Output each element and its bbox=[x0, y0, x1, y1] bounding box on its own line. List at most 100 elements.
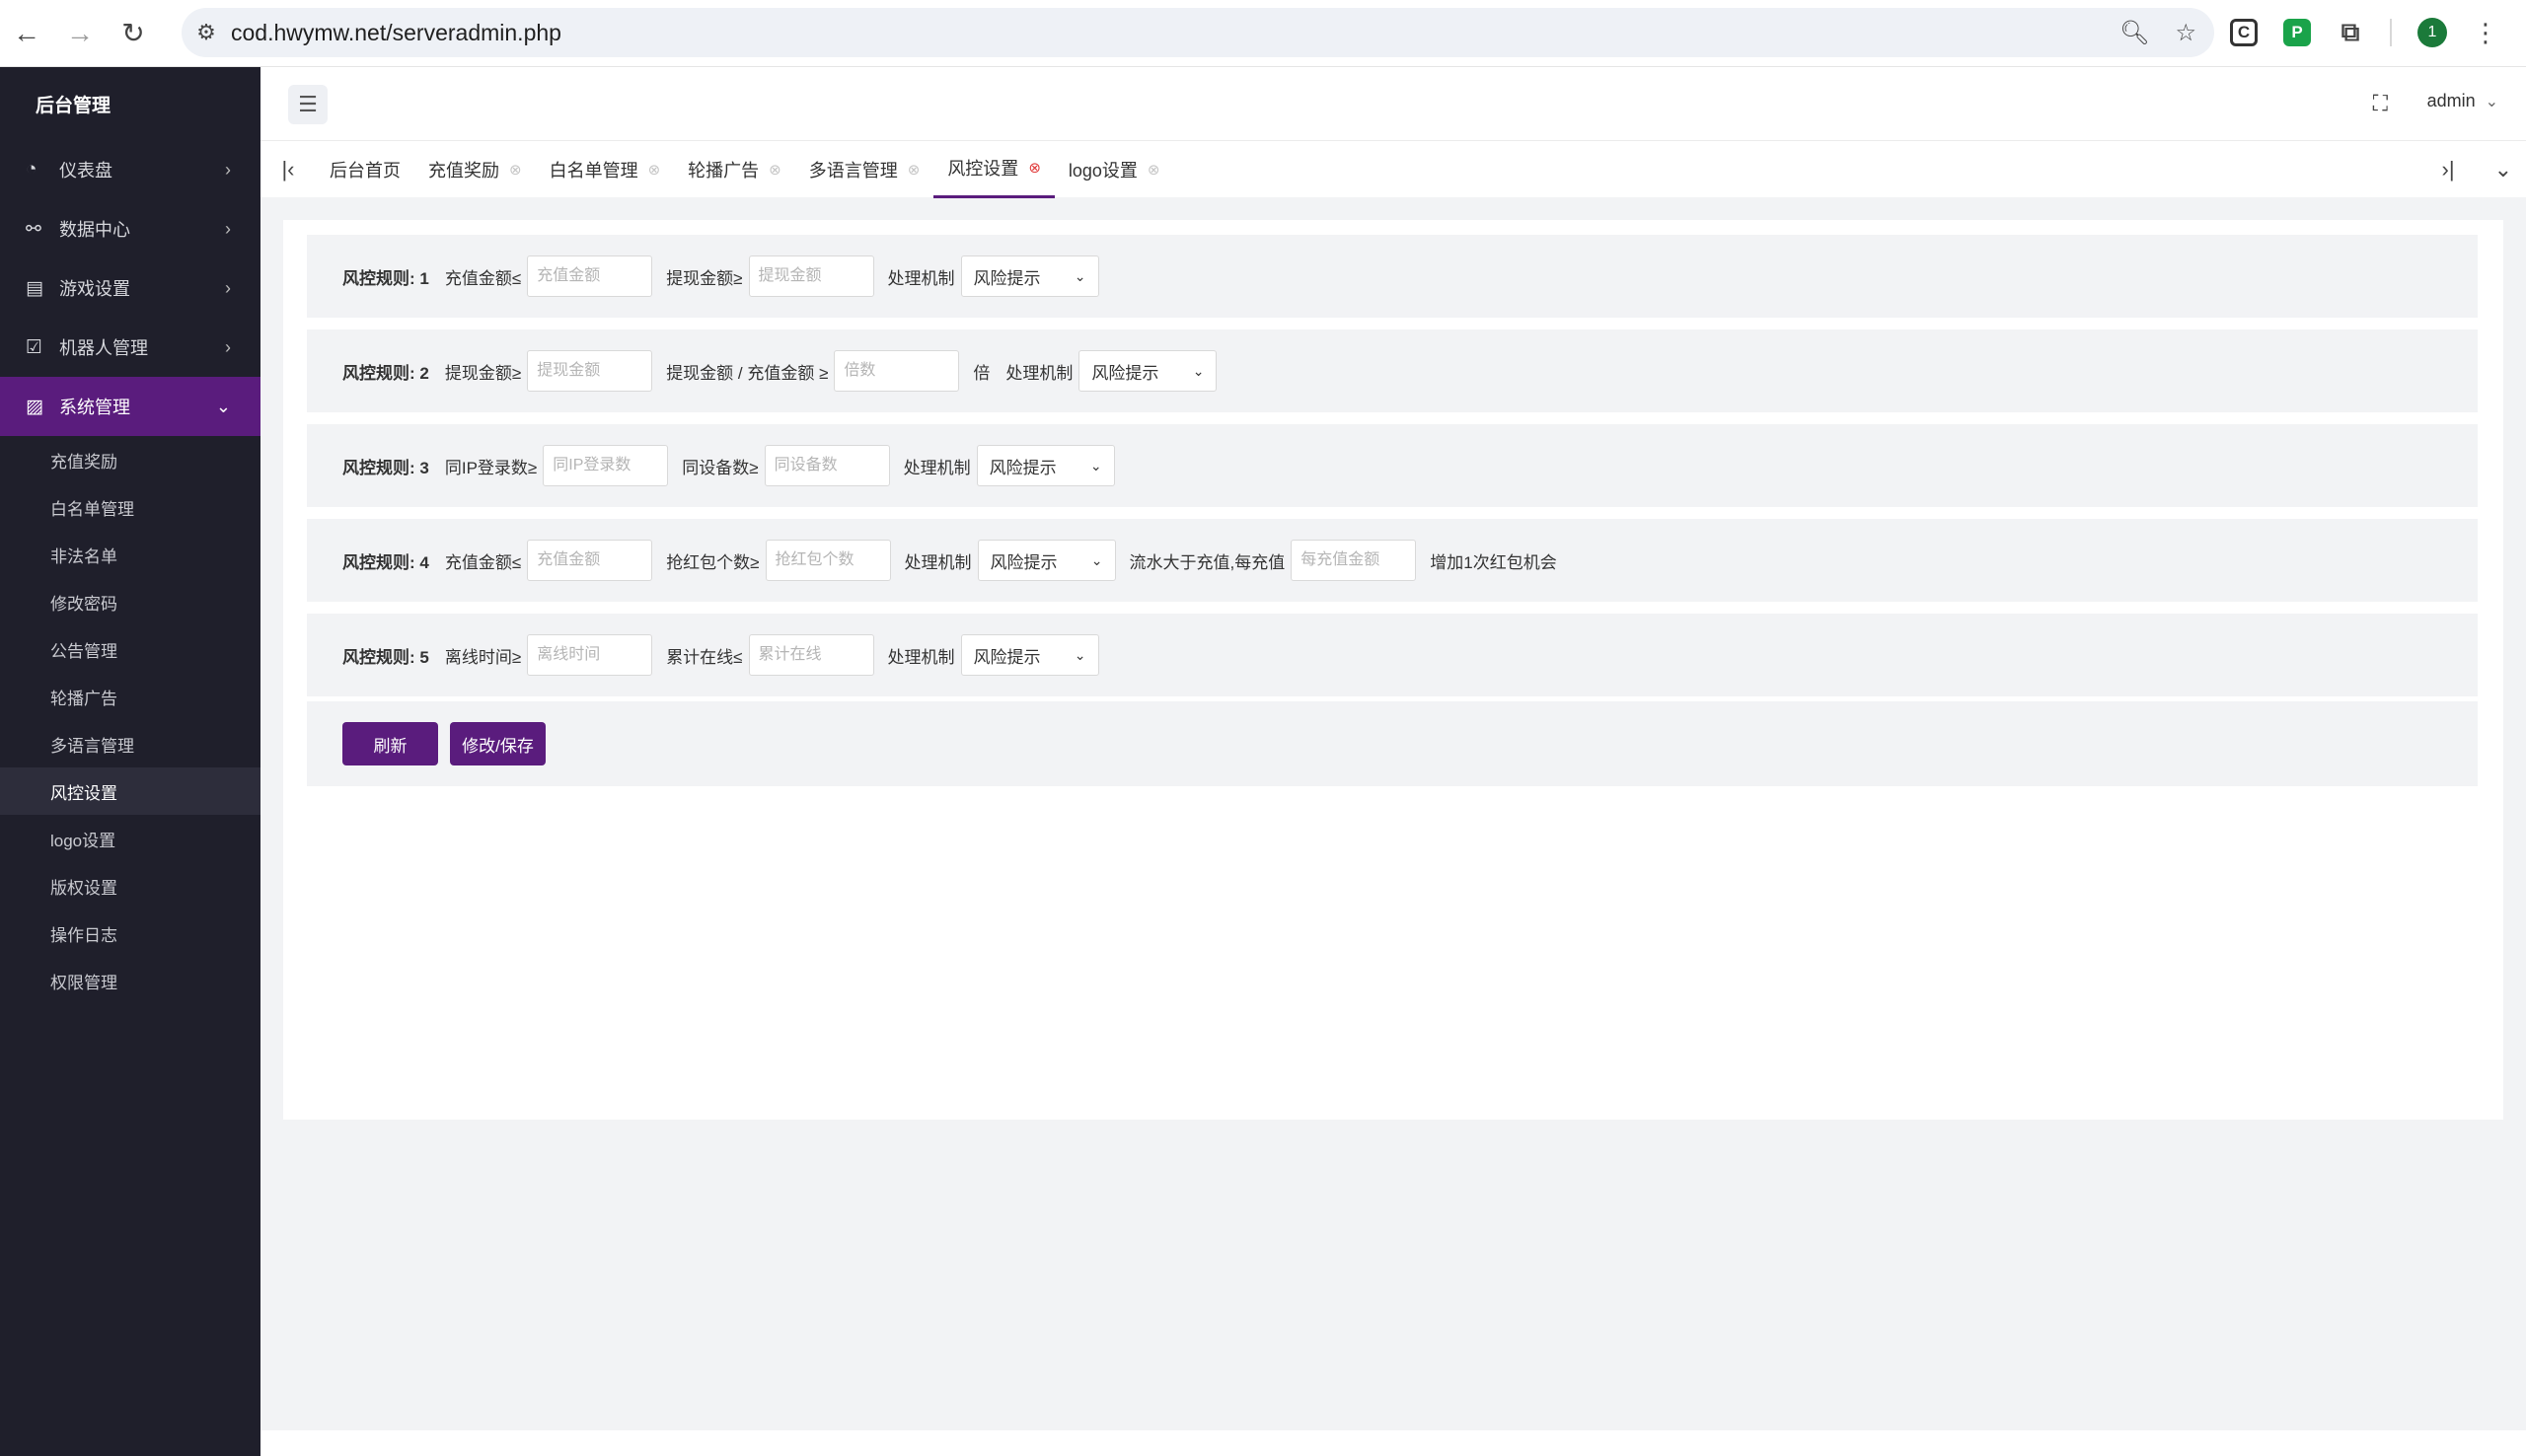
risk-control-form: 风控规则: 1 充值金额≤ 提现金额≥ 处理机制 风险提示 ⌄ 风控规则: 2 … bbox=[283, 220, 2503, 1120]
sidebar-subitem[interactable]: 权限管理 bbox=[0, 957, 260, 1004]
sidebar-subitem-active[interactable]: 风控设置 bbox=[0, 767, 260, 815]
zoom-icon[interactable]: 🔍︎ bbox=[2119, 19, 2149, 47]
handling-select[interactable]: 风险提示 ⌄ bbox=[1078, 350, 1218, 392]
field-label: 累计在线≤ bbox=[666, 647, 743, 667]
same-device-input[interactable] bbox=[764, 445, 890, 486]
extensions-puzzle-icon[interactable]: ⧉ bbox=[2337, 17, 2364, 46]
chevron-down-icon: ⌄ bbox=[215, 396, 231, 416]
sidebar-item-robot[interactable]: ☑ 机器人管理 › bbox=[0, 318, 260, 377]
extension-search-icon[interactable]: P bbox=[2283, 19, 2311, 46]
browser-toolbar: ← → ↻ ⚙ cod.hwymw.net/serveradmin.php 🔍︎… bbox=[0, 0, 2526, 67]
tab-carousel-ads[interactable]: 轮播广告 ⊗ bbox=[674, 141, 795, 198]
field-label: 流水大于充值,每充值 bbox=[1129, 552, 1286, 572]
reload-icon[interactable]: ↻ bbox=[107, 0, 160, 67]
fullscreen-icon[interactable]: ⛶ bbox=[2373, 91, 2388, 116]
dashboard-icon: ◔ bbox=[26, 159, 37, 180]
close-icon[interactable]: ⊗ bbox=[509, 161, 522, 179]
sidebar-subitem[interactable]: logo设置 bbox=[0, 815, 260, 862]
url-text[interactable]: cod.hwymw.net/serveradmin.php bbox=[231, 20, 561, 46]
sidebar-subitem[interactable]: 非法名单 bbox=[0, 531, 260, 578]
chevron-right-icon: › bbox=[225, 277, 231, 298]
sidebar-subitem[interactable]: 轮播广告 bbox=[0, 673, 260, 720]
tab-recharge-reward[interactable]: 充值奖励 ⊗ bbox=[414, 141, 536, 198]
action-bar: 刷新 修改/保存 bbox=[307, 701, 2478, 786]
tab-scroll-left-icon[interactable]: |‹ bbox=[260, 141, 316, 198]
field-label: 处理机制 bbox=[904, 552, 972, 572]
handling-select[interactable]: 风险提示 ⌄ bbox=[977, 540, 1116, 581]
rule-title: 风控规则: 2 bbox=[342, 363, 429, 383]
chevron-right-icon: › bbox=[225, 218, 231, 239]
select-value: 风险提示 bbox=[1091, 363, 1159, 383]
sidebar-item-system[interactable]: ▨ 系统管理 ⌄ bbox=[0, 377, 260, 436]
user-menu[interactable]: admin ⌄ bbox=[2427, 91, 2498, 111]
per-recharge-amount-input[interactable] bbox=[1291, 540, 1417, 581]
sidebar-subitem[interactable]: 公告管理 bbox=[0, 625, 260, 673]
bookmark-star-icon[interactable]: ☆ bbox=[2175, 19, 2196, 47]
chevron-down-icon: ⌄ bbox=[1074, 646, 1086, 663]
close-icon[interactable]: ⊗ bbox=[908, 161, 921, 179]
recharge-amount-input[interactable] bbox=[527, 540, 653, 581]
sidebar-item-dashboard[interactable]: ◔ 仪表盘 › bbox=[0, 140, 260, 199]
top-header: ☰ ⛶ admin ⌄ bbox=[260, 67, 2526, 140]
sidebar-subitem[interactable]: 多语言管理 bbox=[0, 720, 260, 767]
offline-time-input[interactable] bbox=[527, 634, 653, 676]
rule-title: 风控规则: 5 bbox=[342, 647, 429, 667]
sidebar-item-label: 机器人管理 bbox=[59, 338, 148, 358]
sidebar-subitem[interactable]: 充值奖励 bbox=[0, 436, 260, 483]
sidebar-subitem[interactable]: 修改密码 bbox=[0, 578, 260, 625]
field-label: 提现金额≥ bbox=[666, 268, 743, 288]
same-ip-login-input[interactable] bbox=[543, 445, 669, 486]
sidebar-subitem[interactable]: 操作日志 bbox=[0, 910, 260, 957]
chevron-down-icon: ⌄ bbox=[1192, 362, 1205, 379]
tab-dropdown-icon[interactable]: ⌄ bbox=[2494, 157, 2512, 182]
tab-scroll-right-icon[interactable]: ›| bbox=[2442, 157, 2455, 182]
tab-logo-settings[interactable]: logo设置 ⊗ bbox=[1055, 141, 1174, 198]
refresh-button[interactable]: 刷新 bbox=[342, 722, 438, 765]
withdraw-amount-input[interactable] bbox=[748, 255, 874, 297]
footer-strip bbox=[260, 1430, 2526, 1456]
back-icon[interactable]: ← bbox=[0, 0, 53, 67]
collapse-sidebar-icon[interactable]: ☰ bbox=[288, 85, 328, 124]
field-label: 增加1次红包机会 bbox=[1430, 552, 1557, 572]
save-button[interactable]: 修改/保存 bbox=[450, 722, 546, 765]
recharge-amount-input[interactable] bbox=[527, 255, 653, 297]
site-settings-icon[interactable]: ⚙ bbox=[182, 20, 231, 45]
close-icon[interactable]: ⊗ bbox=[648, 161, 661, 179]
robot-icon: ☑ bbox=[26, 336, 43, 358]
tab-label: 风控设置 bbox=[947, 159, 1019, 179]
field-label: 提现金额≥ bbox=[444, 363, 522, 383]
tab-whitelist[interactable]: 白名单管理 ⊗ bbox=[536, 141, 675, 198]
close-icon[interactable]: ⊗ bbox=[1028, 159, 1041, 177]
address-bar[interactable]: ⚙ cod.hwymw.net/serveradmin.php 🔍︎ ☆ bbox=[182, 8, 2214, 57]
browser-menu-icon[interactable]: ⋮ bbox=[2473, 18, 2498, 48]
forward-icon[interactable]: → bbox=[53, 0, 107, 67]
sidebar-item-data-center[interactable]: ⚯ 数据中心 › bbox=[0, 199, 260, 258]
extension-c-icon[interactable]: C bbox=[2230, 19, 2258, 46]
handling-select[interactable]: 风险提示 ⌄ bbox=[960, 255, 1099, 297]
sidebar-subitem[interactable]: 白名单管理 bbox=[0, 483, 260, 531]
chevron-down-icon: ⌄ bbox=[1074, 267, 1086, 284]
sidebar-item-label: 系统管理 bbox=[59, 398, 130, 417]
multiple-input[interactable] bbox=[834, 350, 960, 392]
select-value: 风险提示 bbox=[989, 458, 1057, 477]
chevron-down-icon: ⌄ bbox=[2485, 93, 2498, 110]
tab-multilanguage[interactable]: 多语言管理 ⊗ bbox=[795, 141, 934, 198]
profile-avatar[interactable]: 1 bbox=[2417, 18, 2447, 47]
close-icon[interactable]: ⊗ bbox=[769, 161, 781, 179]
tab-home[interactable]: 后台首页 bbox=[316, 141, 414, 198]
total-online-input[interactable] bbox=[748, 634, 874, 676]
tab-label: 轮播广告 bbox=[688, 160, 760, 181]
sidebar-subitem[interactable]: 版权设置 bbox=[0, 862, 260, 910]
close-icon[interactable]: ⊗ bbox=[1148, 161, 1160, 179]
red-packet-count-input[interactable] bbox=[765, 540, 891, 581]
rule-title: 风控规则: 1 bbox=[342, 268, 429, 288]
sidebar-item-game-settings[interactable]: ▤ 游戏设置 › bbox=[0, 258, 260, 318]
withdraw-amount-input[interactable] bbox=[527, 350, 653, 392]
chevron-down-icon: ⌄ bbox=[1089, 457, 1102, 473]
handling-select[interactable]: 风险提示 ⌄ bbox=[976, 445, 1115, 486]
chevron-down-icon: ⌄ bbox=[1090, 551, 1103, 568]
rule-row-3: 风控规则: 3 同IP登录数≥ 同设备数≥ 处理机制 风险提示 ⌄ bbox=[307, 424, 2478, 507]
handling-select[interactable]: 风险提示 ⌄ bbox=[960, 634, 1099, 676]
tab-risk-control[interactable]: 风控设置 ⊗ bbox=[933, 141, 1055, 198]
tab-label: 白名单管理 bbox=[549, 160, 638, 181]
